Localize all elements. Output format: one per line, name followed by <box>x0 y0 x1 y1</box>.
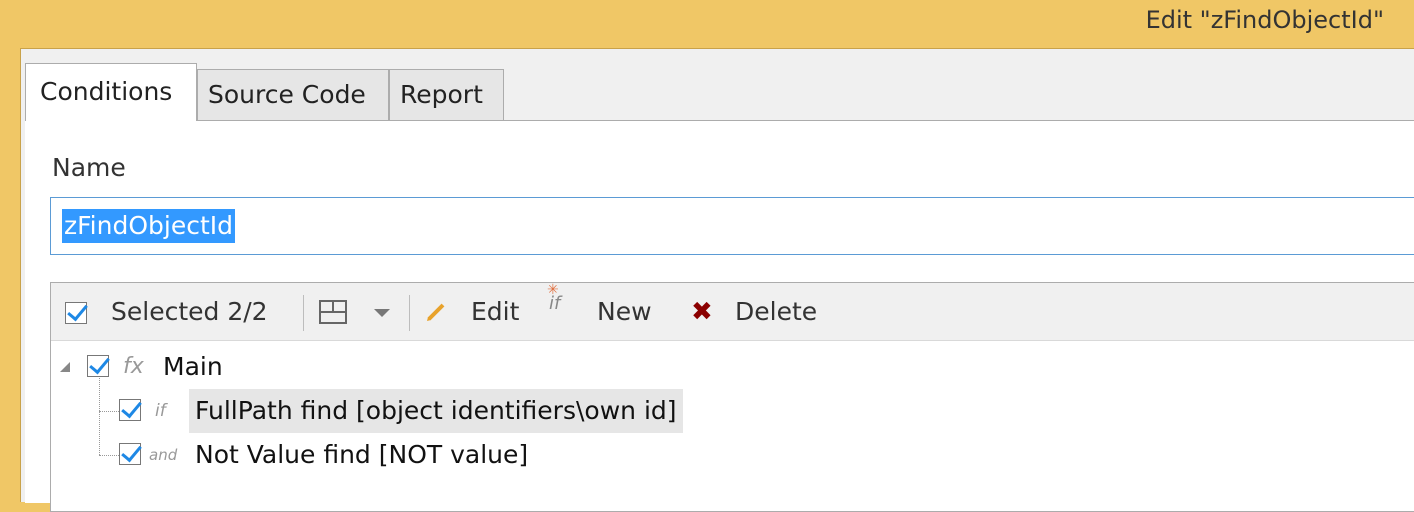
tab-source-code[interactable]: Source Code <box>197 69 389 121</box>
delete-label: Delete <box>735 297 818 326</box>
condition-tree: Selected 2/2 Edit if ✳ New ✖ Delete fx M… <box>50 282 1414 512</box>
name-field[interactable]: zFindObjectId <box>50 197 1414 255</box>
tree-toolbar: Selected 2/2 Edit if ✳ New ✖ Delete <box>51 282 1414 341</box>
toolbar-divider <box>409 295 410 331</box>
tree-row-label: Main <box>163 352 223 381</box>
new-button[interactable]: if ✳ New <box>547 282 679 341</box>
edit-dialog: Conditions Source Code Report Name zFind… <box>20 48 1414 512</box>
delete-button[interactable]: ✖ Delete <box>691 283 831 341</box>
conditions-panel: Name zFindObjectId Selected 2/2 Edit if … <box>25 120 1414 512</box>
layout-button[interactable] <box>319 283 351 341</box>
pencil-icon <box>427 303 445 321</box>
edit-button[interactable]: Edit <box>425 283 537 341</box>
tab-report[interactable]: Report <box>389 69 504 121</box>
collapse-triangle-icon[interactable] <box>59 361 71 373</box>
name-label: Name <box>52 153 126 182</box>
function-icon: fx <box>123 354 144 379</box>
layout-dropdown[interactable] <box>373 283 393 341</box>
delete-icon: ✖ <box>691 297 713 327</box>
tab-conditions[interactable]: Conditions <box>25 63 197 121</box>
tree-row-condition[interactable]: and Not Value find [NOT value] <box>51 433 1414 477</box>
chevron-down-icon <box>374 309 390 317</box>
if-icon: if <box>155 401 166 421</box>
tree-row-label: Not Value find [NOT value] <box>195 440 529 469</box>
tree-row-main[interactable]: fx Main <box>51 345 1414 389</box>
edit-label: Edit <box>471 297 520 326</box>
selected-count: Selected 2/2 <box>111 297 268 326</box>
checkbox-icon <box>65 302 87 324</box>
checkbox-icon[interactable] <box>119 443 141 465</box>
select-all-checkbox[interactable] <box>65 283 87 341</box>
checkbox-icon[interactable] <box>119 399 141 421</box>
window-title: Edit "zFindObjectId" <box>1145 6 1384 34</box>
layout-icon <box>319 300 347 324</box>
sparkle-icon: ✳ <box>547 282 559 298</box>
new-label: New <box>597 297 652 326</box>
tree-row-label: FullPath find [object identifiers\own id… <box>189 389 683 433</box>
tree-row-condition[interactable]: if FullPath find [object identifiers\own… <box>51 389 1414 433</box>
name-value: zFindObjectId <box>62 209 236 243</box>
toolbar-divider <box>303 295 304 331</box>
tab-strip: Conditions Source Code Report <box>21 63 1414 121</box>
title-bar: Edit "zFindObjectId" <box>0 0 1414 48</box>
and-icon: and <box>149 446 178 464</box>
checkbox-icon[interactable] <box>87 355 109 377</box>
